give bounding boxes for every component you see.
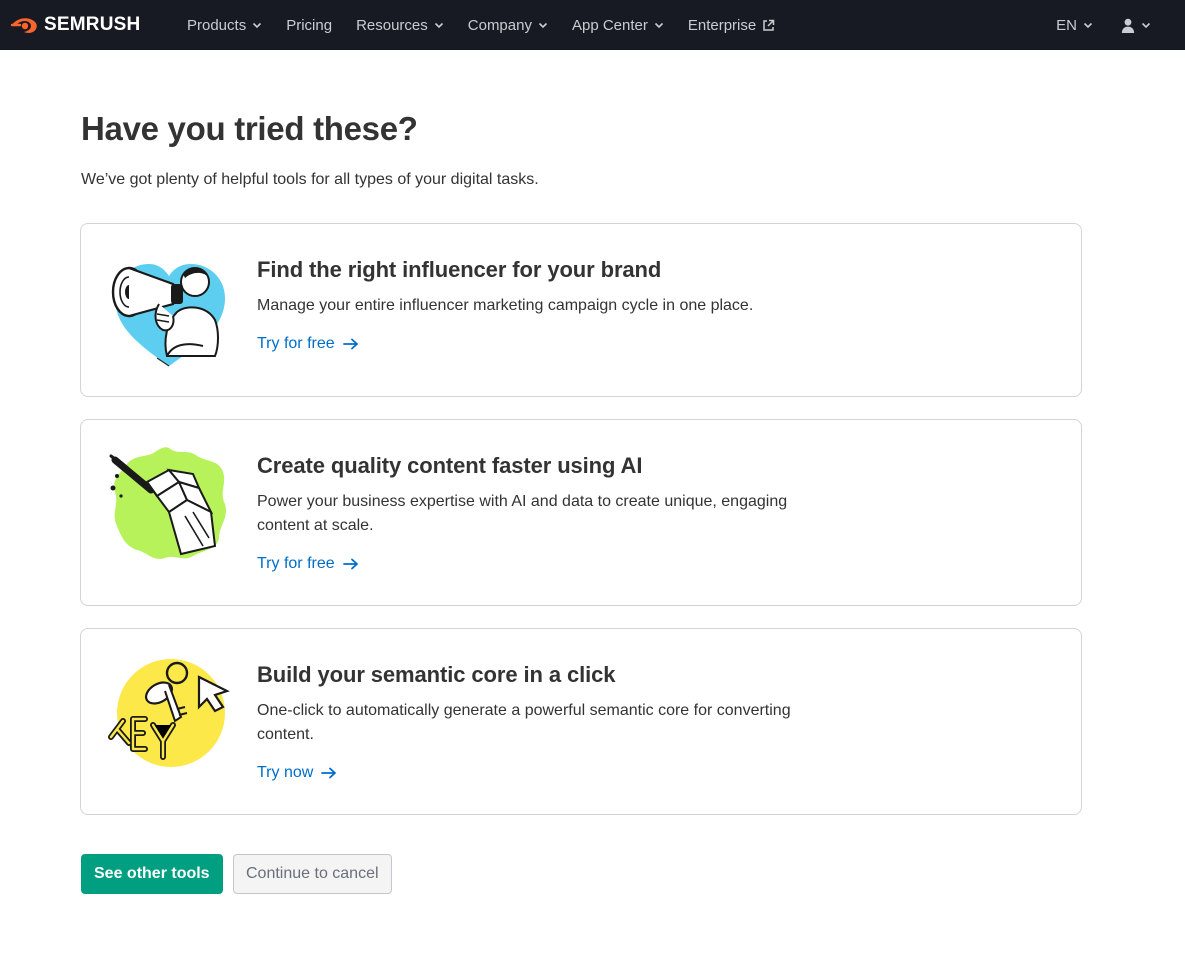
main-nav: Products Pricing Resources Company App C… — [175, 0, 787, 50]
language-label: EN — [1056, 16, 1077, 34]
chevron-down-icon — [434, 22, 443, 29]
link-label: Try for free — [257, 335, 335, 352]
try-for-free-link[interactable]: Try for free — [257, 335, 359, 353]
user-menu[interactable] — [1117, 0, 1155, 50]
continue-to-cancel-button[interactable]: Continue to cancel — [233, 854, 392, 894]
chevron-down-icon — [1141, 22, 1151, 29]
user-icon — [1121, 18, 1135, 33]
top-navigation: SEMRUSH Products Pricing Resources Compa… — [0, 0, 1185, 50]
link-label: Try now — [257, 764, 314, 781]
arrow-right-icon — [321, 767, 337, 779]
nav-app-center[interactable]: App Center — [560, 0, 676, 50]
nav-right: EN — [1046, 0, 1155, 50]
nav-products-label: Products — [187, 16, 247, 34]
nav-company-label: Company — [467, 16, 532, 34]
nav-enterprise[interactable]: Enterprise — [676, 0, 787, 50]
external-link-icon — [763, 19, 775, 31]
chevron-down-icon — [253, 22, 262, 29]
try-for-free-link[interactable]: Try for free — [257, 555, 359, 573]
chevron-down-icon — [538, 22, 548, 29]
chevron-down-icon — [654, 22, 663, 29]
arrow-right-icon — [342, 558, 358, 570]
key-cursor-illustration — [108, 659, 230, 767]
semrush-flame-icon — [10, 18, 37, 33]
nav-pricing[interactable]: Pricing — [274, 0, 344, 50]
brand-name: SEMRUSH — [44, 14, 141, 35]
megaphone-person-illustration — [111, 264, 225, 367]
nav-resources-label: Resources — [356, 16, 428, 34]
page-subtitle: We’ve got plenty of helpful tools for al… — [81, 171, 539, 188]
see-other-tools-button[interactable]: See other tools — [81, 854, 223, 894]
card-description: Manage your entire influencer marketing … — [257, 297, 754, 314]
tool-card-ai-content: Create quality content faster using AI P… — [80, 419, 1082, 606]
nav-app-center-label: App Center — [571, 16, 648, 34]
card-description: Power your business expertise with AI an… — [257, 493, 788, 534]
page-title: Have you tried these? — [81, 110, 418, 147]
nav-company[interactable]: Company — [456, 0, 560, 50]
nav-resources[interactable]: Resources — [344, 0, 456, 50]
try-now-link[interactable]: Try now — [257, 764, 337, 782]
card-description: One-click to automatically generate a po… — [257, 702, 791, 743]
link-label: Try for free — [257, 555, 335, 572]
nav-pricing-label: Pricing — [286, 16, 333, 34]
card-title: Find the right influencer for your brand — [257, 257, 662, 282]
nav-enterprise-label: Enterprise — [687, 16, 757, 34]
semrush-logo[interactable]: SEMRUSH — [10, 13, 140, 37]
arrow-right-icon — [342, 338, 358, 350]
card-title: Create quality content faster using AI — [257, 453, 643, 478]
tool-card-influencer: Find the right influencer for your brand… — [80, 223, 1082, 397]
nav-products[interactable]: Products — [175, 0, 274, 50]
tool-card-semantic-core: Build your semantic core in a click One-… — [80, 628, 1082, 815]
language-selector[interactable]: EN — [1046, 0, 1103, 50]
card-title: Build your semantic core in a click — [257, 662, 616, 687]
robot-hand-pen-illustration — [109, 447, 226, 559]
chevron-down-icon — [1083, 22, 1093, 29]
